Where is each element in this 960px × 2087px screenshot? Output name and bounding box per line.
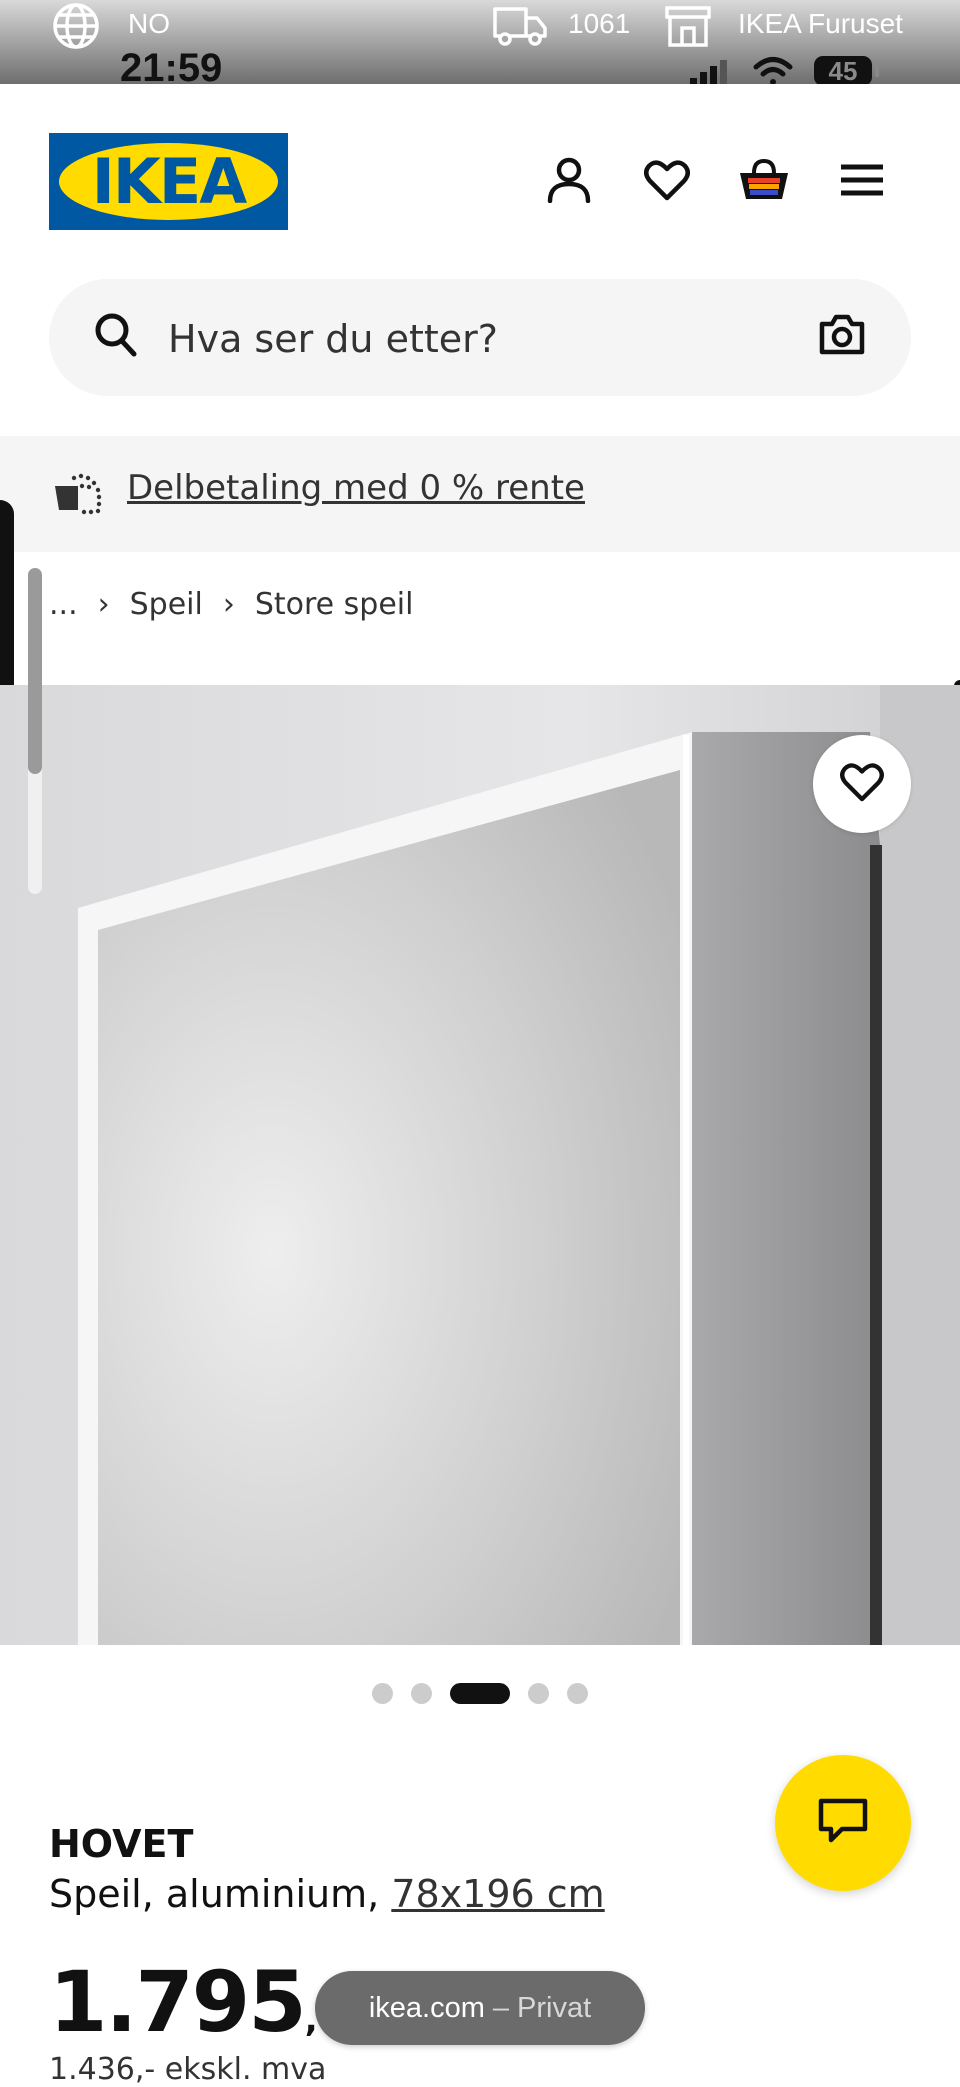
menu-icon [841,163,883,201]
basket-button[interactable] [732,150,796,214]
installment-payment-icon [52,472,104,520]
installment-link[interactable]: Delbetaling med 0 % rente [127,468,585,508]
browser-url-pill[interactable]: ikea.com – Privat [315,1971,645,2045]
promo-banner: Delbetaling med 0 % rente [0,436,960,552]
chat-button[interactable] [775,1755,911,1891]
product-type: Speil, aluminium, [49,1872,380,1916]
profile-button[interactable] [537,150,601,214]
menu-button[interactable] [830,150,894,214]
product-description: Speil, aluminium, 78x196 cm [49,1872,605,1916]
carousel-dot[interactable] [528,1683,549,1704]
language-label: NO [128,8,170,39]
logo-text: IKEA [91,145,247,218]
heart-icon [840,762,884,806]
chat-icon [818,1797,868,1849]
product-size-link[interactable]: 78x196 cm [391,1872,604,1916]
chevron-right-icon: › [97,586,110,622]
price-value: 1.795 [49,1953,307,2051]
basket-icon [737,157,791,207]
ikea-logo[interactable]: IKEA ® [49,133,288,230]
chevron-right-icon: › [222,586,235,622]
product-image[interactable] [0,685,960,1645]
add-to-favourites-button[interactable] [813,735,911,833]
favourites-button[interactable] [635,150,699,214]
carousel-dot[interactable] [567,1683,588,1704]
browsing-mode: – Privat [492,1991,592,2024]
breadcrumb-ellipsis[interactable]: ... [49,587,78,622]
store-name: IKEA Furuset [738,8,903,39]
camera-search-icon[interactable] [819,312,865,360]
search-icon [94,312,138,362]
battery-indicator: 45 [814,56,879,84]
breadcrumb-item-store-speil[interactable]: Store speil [255,587,414,622]
price-excl-vat: 1.436,- ekskl. mva [49,2052,327,2087]
breadcrumb-item-speil[interactable]: Speil [130,587,203,622]
delivery-truck-icon [492,4,548,52]
image-carousel-dots [0,1683,960,1704]
screen-edge-left [0,500,14,700]
clock: 21:59 [120,46,223,84]
globe-icon [52,2,100,54]
product-name: HOVET [49,1822,194,1866]
search-bar[interactable] [49,279,911,396]
store-icon [664,4,712,52]
carousel-dot[interactable] [372,1683,393,1704]
signal-icon [690,60,730,84]
url-domain: ikea.com [368,1991,485,2024]
delivery-postcode: 1061 [568,8,631,39]
heart-icon [644,159,690,205]
product-price: 1.795,- [49,1953,332,2051]
logo-registered-mark: ® [261,153,274,168]
status-bar: NO 1061 IKEA Furuset 21:59 45 [0,0,960,84]
breadcrumb: ... › Speil › Store speil [49,584,413,624]
carousel-dot-active[interactable] [450,1683,510,1704]
scroll-thumb[interactable] [28,568,42,774]
search-input[interactable] [166,303,830,375]
carousel-dot[interactable] [411,1683,432,1704]
wifi-icon [752,56,794,84]
profile-icon [547,157,591,207]
